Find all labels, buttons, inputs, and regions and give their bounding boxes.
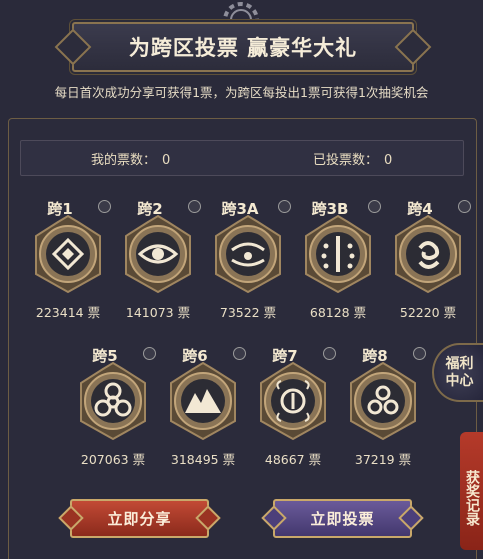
cast-votes: 已投票数： 0 bbox=[313, 149, 392, 168]
vote-panel bbox=[8, 118, 477, 559]
welfare-center-label: 福利中心 bbox=[445, 355, 474, 389]
region-vote-count: 37219 票 bbox=[354, 452, 412, 467]
region-card[interactable]: 跨4 52220 票 bbox=[385, 198, 471, 320]
biohazard-icon[interactable] bbox=[75, 361, 151, 441]
region-card[interactable]: 跨3B 68128 票 bbox=[295, 198, 381, 320]
region-card[interactable]: 跨7 48667 票 bbox=[250, 345, 336, 467]
region-select-radio[interactable] bbox=[278, 200, 291, 213]
region-card[interactable]: 跨5 207063 票 bbox=[70, 345, 156, 467]
prize-records-label: 获奖记录 bbox=[464, 470, 480, 526]
eye-icon[interactable] bbox=[120, 214, 196, 294]
my-votes-label: 我的票数： bbox=[91, 152, 157, 168]
cast-votes-value: 0 bbox=[384, 152, 393, 168]
my-votes: 我的票数： 0 bbox=[91, 149, 170, 168]
region-select-radio[interactable] bbox=[233, 347, 246, 360]
welfare-center-button[interactable]: 福利中心 bbox=[432, 343, 483, 402]
page-title: 为跨区投票 赢豪华大礼 bbox=[128, 36, 358, 60]
title-banner: 为跨区投票 赢豪华大礼 bbox=[72, 22, 414, 72]
region-select-radio[interactable] bbox=[143, 347, 156, 360]
triple-circle-icon[interactable] bbox=[345, 361, 421, 441]
flame-ring-icon[interactable] bbox=[255, 361, 331, 441]
region-select-radio[interactable] bbox=[368, 200, 381, 213]
region-card[interactable]: 跨8 37219 票 bbox=[340, 345, 426, 467]
region-vote-count: 52220 票 bbox=[399, 305, 457, 320]
share-now-button[interactable]: 立即分享 bbox=[70, 499, 209, 538]
vote-now-label: 立即投票 bbox=[310, 510, 375, 528]
prize-records-tab[interactable]: 获奖记录 bbox=[460, 432, 483, 550]
sword-dots-icon[interactable] bbox=[300, 214, 376, 294]
swirl-icon[interactable] bbox=[390, 214, 466, 294]
tentacle-sun-icon[interactable] bbox=[210, 214, 286, 294]
gear-icon bbox=[215, 0, 267, 20]
mountain-icon[interactable] bbox=[165, 361, 241, 441]
region-card[interactable]: 跨6 318495 票 bbox=[160, 345, 246, 467]
share-now-label: 立即分享 bbox=[107, 510, 172, 528]
cast-votes-label: 已投票数： bbox=[313, 152, 379, 168]
region-select-radio[interactable] bbox=[98, 200, 111, 213]
rules-text: 每日首次成功分享可获得1票，为跨区每投出1票可获得1次抽奖机会 bbox=[54, 85, 429, 100]
region-select-radio[interactable] bbox=[458, 200, 471, 213]
rune-diamond-icon[interactable] bbox=[30, 214, 106, 294]
region-select-radio[interactable] bbox=[323, 347, 336, 360]
region-card[interactable]: 跨2 141073 票 bbox=[115, 198, 201, 320]
region-select-radio[interactable] bbox=[413, 347, 426, 360]
vote-now-button[interactable]: 立即投票 bbox=[273, 499, 412, 538]
my-votes-value: 0 bbox=[162, 152, 171, 168]
region-card[interactable]: 跨3A 73522 票 bbox=[205, 198, 291, 320]
vote-stats-bar: 我的票数： 0 已投票数： 0 bbox=[20, 140, 464, 176]
region-select-radio[interactable] bbox=[188, 200, 201, 213]
region-card[interactable]: 跨1 223414 票 bbox=[25, 198, 111, 320]
